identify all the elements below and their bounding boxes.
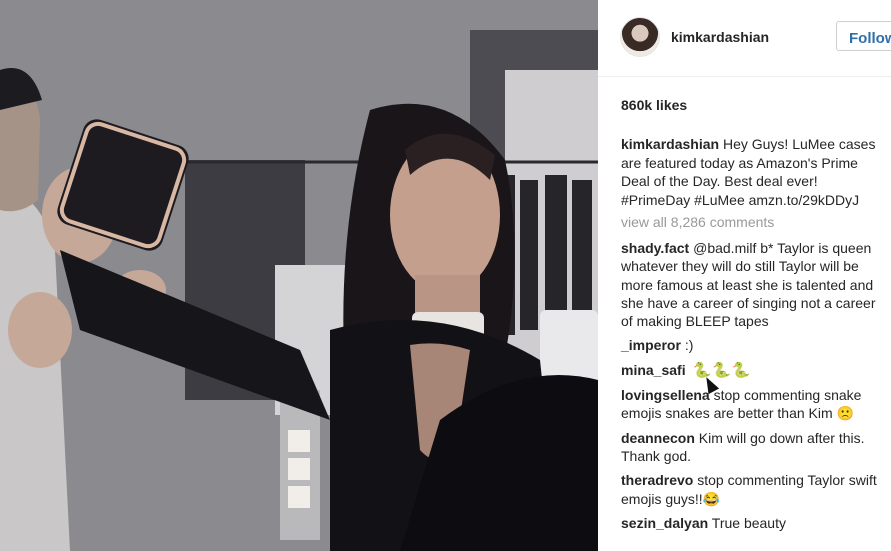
comment-item: sezin_dalyan True beauty (621, 514, 883, 532)
comment-item: theradrevo stop commenting Taylor swift … (621, 471, 883, 508)
profile-avatar[interactable] (620, 17, 660, 57)
comment-item: _imperor :) (621, 336, 883, 354)
comments-list: shady.fact @bad.milf b* Taylor is queen … (621, 239, 883, 538)
comment-username[interactable]: theradrevo (621, 472, 693, 488)
comment-username[interactable]: sezin_dalyan (621, 515, 708, 531)
caption-username[interactable]: kimkardashian (621, 136, 719, 152)
comment-text: 🐍🐍🐍 (692, 361, 752, 379)
follow-button[interactable]: Follow (836, 21, 891, 51)
comment-item: mina_safi 🐍🐍🐍 (621, 361, 883, 380)
comment-username[interactable]: deannecon (621, 430, 695, 446)
comment-item: deannecon Kim will go down after this. T… (621, 429, 883, 466)
post-photo[interactable] (0, 0, 598, 551)
view-all-comments-link[interactable]: view all 8,286 comments (621, 214, 774, 230)
header-username[interactable]: kimkardashian (671, 29, 769, 45)
comment-username[interactable]: shady.fact (621, 240, 689, 256)
comment-username[interactable]: lovingsellena (621, 387, 710, 403)
comment-text: True beauty (711, 514, 786, 531)
comment-username[interactable]: mina_safi (621, 362, 686, 378)
post-details-panel: kimkardashian Follow 860k likes kimkarda… (598, 0, 891, 551)
comment-text: :) (684, 337, 694, 354)
likes-count[interactable]: 860k likes (621, 97, 687, 113)
comment-username[interactable]: _imperor (621, 337, 681, 353)
comment-item: shady.fact @bad.milf b* Taylor is queen … (621, 239, 883, 330)
comment-item: lovingsellena stop commenting snake emoj… (621, 386, 883, 423)
post-caption: kimkardashian Hey Guys! LuMee cases are … (621, 135, 883, 209)
post-header: kimkardashian Follow (598, 0, 891, 77)
selfie-photo-illustration (0, 0, 598, 551)
